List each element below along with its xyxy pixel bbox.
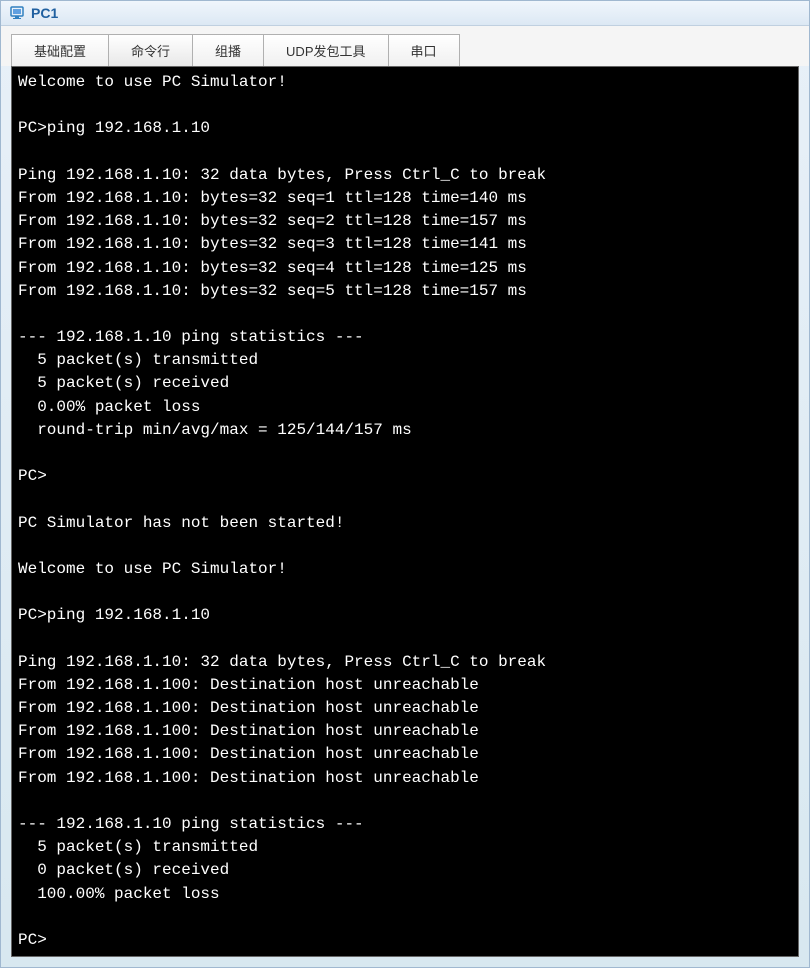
- pc-icon: [9, 5, 25, 21]
- tab-basic-config[interactable]: 基础配置: [11, 34, 109, 66]
- tab-multicast[interactable]: 组播: [192, 34, 264, 66]
- tab-udp-tool[interactable]: UDP发包工具: [263, 34, 388, 66]
- window-title: PC1: [31, 5, 58, 21]
- terminal-output[interactable]: Welcome to use PC Simulator! PC>ping 192…: [11, 66, 799, 957]
- title-bar: PC1: [1, 1, 809, 26]
- tab-bar: 基础配置 命令行 组播 UDP发包工具 串口: [1, 26, 809, 66]
- tab-command-line[interactable]: 命令行: [108, 34, 193, 66]
- tab-serial[interactable]: 串口: [388, 34, 460, 66]
- app-window: PC1 基础配置 命令行 组播 UDP发包工具 串口 Welcome to us…: [0, 0, 810, 968]
